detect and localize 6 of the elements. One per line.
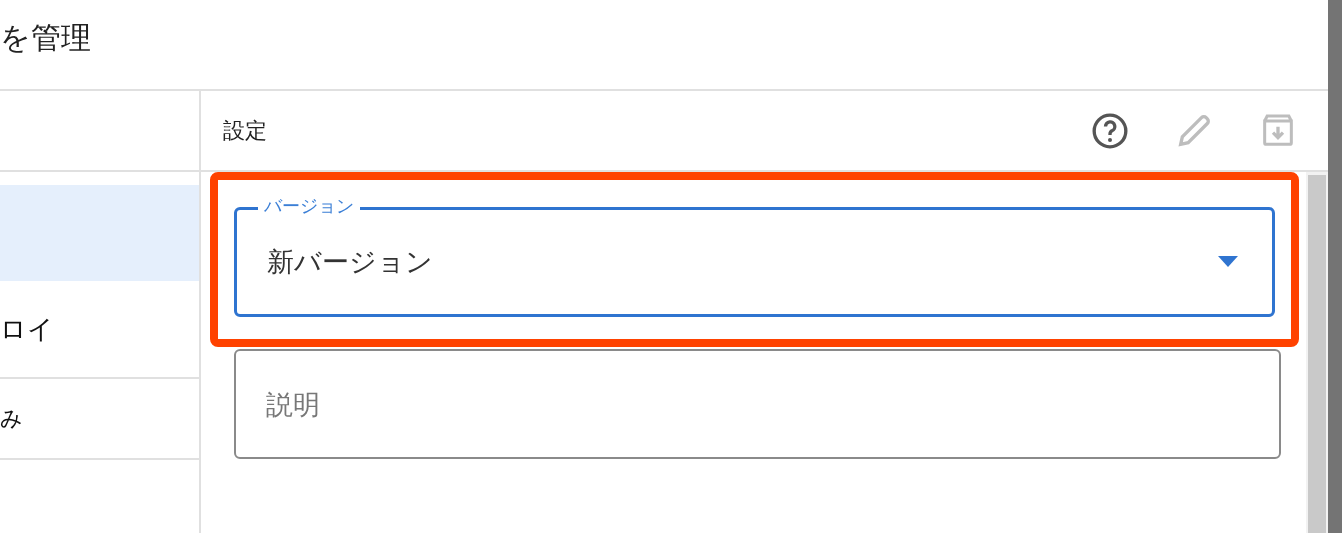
panel-title: 設定 [223, 117, 267, 145]
description-field[interactable]: 説明 [234, 349, 1281, 459]
sidebar-item[interactable] [0, 185, 199, 281]
dropdown-caret-icon[interactable] [1218, 256, 1238, 268]
select-value: 新バージョン [267, 244, 433, 279]
window-title: を管理 [0, 19, 91, 57]
